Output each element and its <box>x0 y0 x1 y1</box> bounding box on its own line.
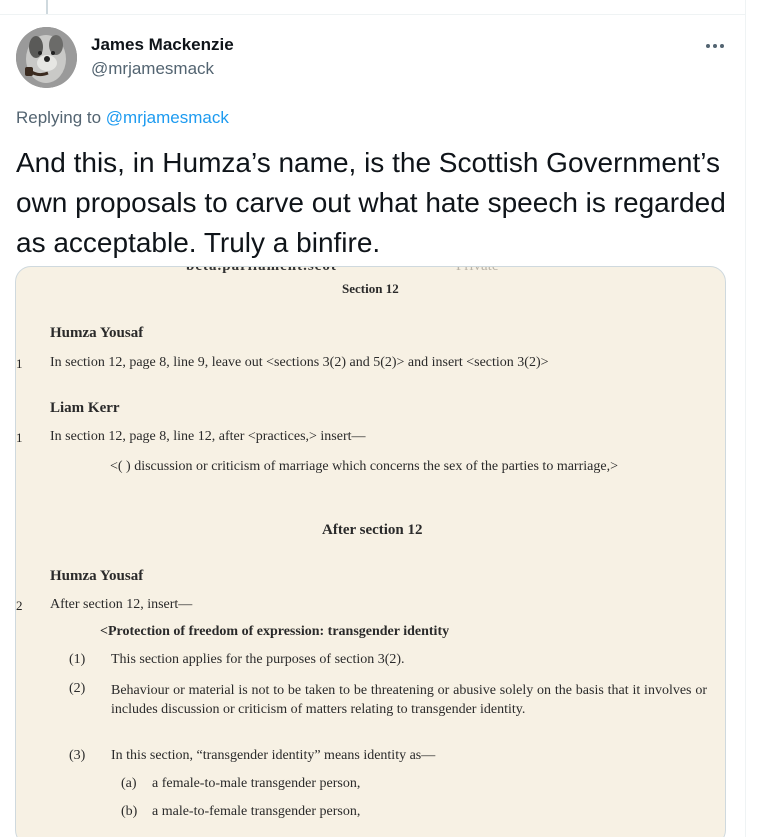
subitem-number: (b) <box>121 804 138 819</box>
item-text: Behaviour or material is not to be taken… <box>111 683 707 717</box>
amendment-number: 1 <box>16 356 23 371</box>
amendment-title: <Protection of freedom of expression: tr… <box>100 624 450 639</box>
item-text: This section applies for the purposes of… <box>111 652 405 667</box>
replying-to: Replying to @mrjamesmack <box>16 108 229 128</box>
tweet-text: And this, in Humza’s name, is the Scotti… <box>16 147 726 258</box>
amendment-text: After section 12, insert— <box>50 597 193 612</box>
replying-to-handle-link[interactable]: @mrjamesmack <box>106 108 229 127</box>
amendment-member: Humza Yousaf <box>50 568 144 584</box>
item-number: (2) <box>69 681 86 696</box>
section-heading: Section 12 <box>342 281 399 296</box>
url-status: Private <box>456 266 499 274</box>
subitem-text: a female-to-male transgender person, <box>152 776 361 791</box>
more-horizontal-icon <box>706 44 724 48</box>
more-options-button[interactable] <box>700 30 730 58</box>
document-image: beta.parliament.scot Private Section 12 … <box>16 266 725 837</box>
subitem-text: a male-to-female transgender person, <box>152 804 361 819</box>
amendment-member: Liam Kerr <box>50 400 120 416</box>
author-name[interactable]: James Mackenzie <box>91 35 234 55</box>
item-text: In this section, “transgender identity” … <box>111 748 436 763</box>
divider <box>0 14 745 15</box>
thread-line <box>46 0 48 14</box>
avatar[interactable] <box>16 27 77 88</box>
author-handle[interactable]: @mrjamesmack <box>91 59 214 79</box>
after-section-heading: After section 12 <box>322 522 423 538</box>
amendment-insert: <( ) discussion or criticism of marriage… <box>110 459 618 474</box>
item-number: (3) <box>69 748 86 763</box>
amendment-number: 2 <box>16 598 23 613</box>
amendment-text: In section 12, page 8, line 12, after <p… <box>50 429 366 444</box>
replying-to-label: Replying to <box>16 108 106 127</box>
dog-avatar-icon <box>16 27 77 88</box>
amendment-text: In section 12, page 8, line 9, leave out… <box>50 355 549 370</box>
item-number: (1) <box>69 652 86 667</box>
column-border <box>745 0 746 837</box>
subitem-number: (a) <box>121 776 137 791</box>
url-fragment: beta.parliament.scot <box>186 266 337 274</box>
amendment-member: Humza Yousaf <box>50 325 144 341</box>
amendment-number: 1 <box>16 430 23 445</box>
tweet-media-image[interactable]: beta.parliament.scot Private Section 12 … <box>15 266 726 837</box>
